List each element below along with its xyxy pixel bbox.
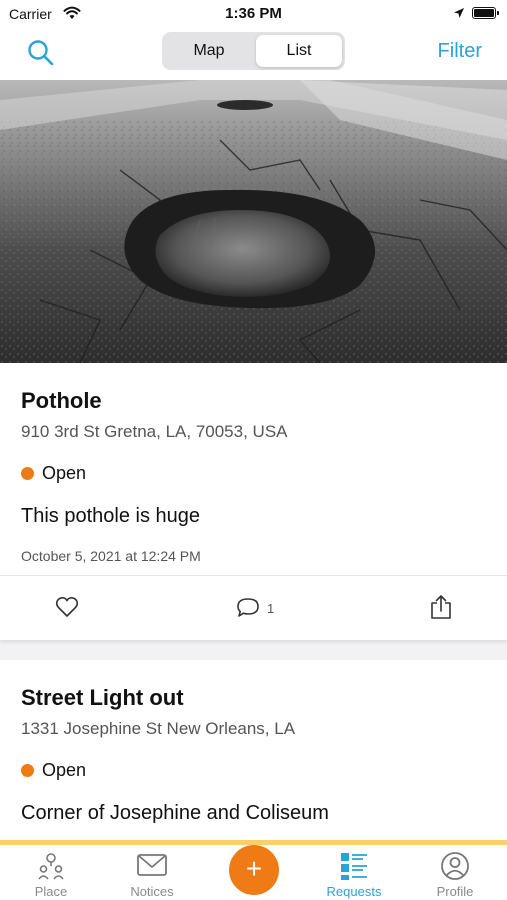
tab-label: Requests [326, 884, 382, 899]
request-title: Pothole [21, 388, 102, 413]
profile-icon [441, 852, 469, 880]
tab-requests[interactable]: Requests [314, 845, 394, 900]
request-date: October 5, 2021 at 12:24 PM [21, 548, 201, 564]
plus-icon: + [245, 853, 263, 884]
place-icon [38, 853, 64, 880]
request-card[interactable]: Street Light out 1331 Josephine St New O… [0, 660, 507, 844]
status-dot-icon [21, 467, 34, 480]
search-icon[interactable] [26, 38, 56, 68]
filter-button[interactable]: Filter [438, 40, 482, 63]
tab-profile[interactable]: Profile [415, 845, 495, 900]
tab-label: Notices [130, 884, 174, 899]
request-address: 910 3rd St Gretna, LA, 70053, USA [21, 422, 288, 441]
status-bar: Carrier 1:36 PM [0, 0, 507, 28]
request-address: 1331 Josephine St New Orleans, LA [21, 719, 296, 738]
status-label: Open [42, 463, 87, 483]
location-arrow-icon [454, 8, 464, 18]
segment-list[interactable]: List [256, 35, 342, 67]
request-card[interactable]: Pothole 910 3rd St Gretna, LA, 70053, US… [0, 363, 507, 640]
share-icon[interactable] [430, 594, 452, 620]
request-status: Open [21, 463, 86, 484]
status-dot-icon [21, 764, 34, 777]
clock: 1:36 PM [225, 5, 282, 22]
request-description: This pothole is huge [21, 505, 201, 527]
request-photo[interactable] [0, 80, 507, 363]
tab-label: Place [34, 884, 68, 899]
comment-icon[interactable] [236, 597, 260, 619]
add-request-button[interactable]: + [229, 845, 279, 895]
status-label: Open [42, 760, 87, 780]
request-status: Open [21, 760, 86, 781]
request-title: Street Light out [21, 685, 184, 710]
list-icon [341, 853, 367, 880]
request-description: Corner of Josephine and Coliseum [21, 802, 329, 824]
map-list-segmented-control: Map List [162, 32, 345, 70]
segment-map[interactable]: Map [165, 35, 253, 67]
card-divider [0, 575, 507, 576]
mail-icon [137, 854, 167, 876]
heart-icon[interactable] [55, 596, 79, 618]
tab-label: Profile [436, 884, 474, 899]
comment-count: 1 [267, 601, 275, 616]
tab-notices[interactable]: Notices [112, 845, 192, 900]
tab-place[interactable]: Place [11, 845, 91, 900]
top-nav-bar: Map List Filter [0, 28, 507, 80]
battery-icon [472, 7, 499, 19]
